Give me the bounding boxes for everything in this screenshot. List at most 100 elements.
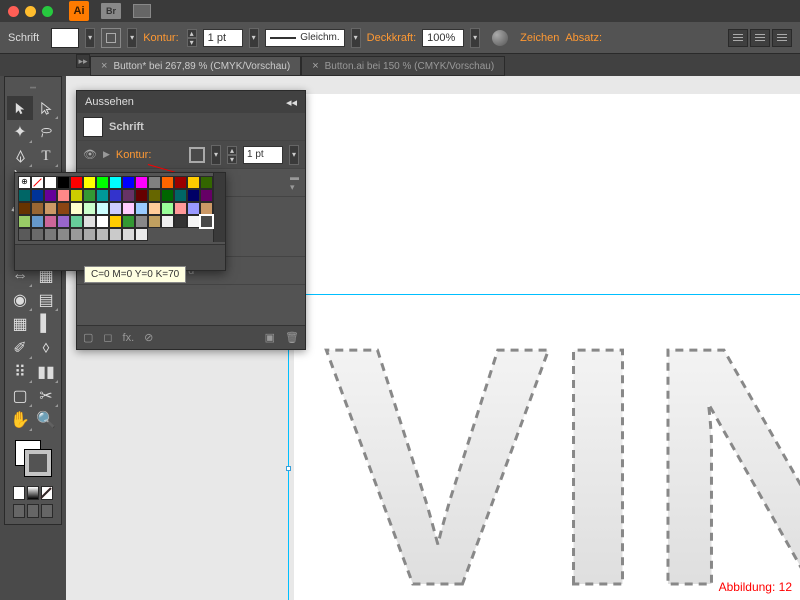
swatch-cell[interactable]	[96, 202, 109, 215]
swatch-cell[interactable]	[96, 176, 109, 189]
swatch-cell[interactable]	[200, 189, 213, 202]
swatch-cell[interactable]	[57, 215, 70, 228]
panel-collapse-icon[interactable]: ◂◂	[286, 96, 297, 109]
tab-inactive[interactable]: × Button.ai bei 150 % (CMYK/Vorschau)	[301, 56, 505, 76]
swatch-cell[interactable]	[18, 189, 31, 202]
swatch-cell[interactable]	[148, 176, 161, 189]
stroke-w-dropdown[interactable]: ▾	[289, 145, 299, 165]
swatch-cell[interactable]	[135, 189, 148, 202]
duplicate-button[interactable]: ▣	[265, 331, 275, 344]
stroke-profile[interactable]: Gleichm.	[265, 29, 345, 47]
recolor-button[interactable]	[492, 30, 508, 46]
blend-tool[interactable]: ⬨	[33, 336, 59, 360]
stroke-swatch[interactable]	[101, 28, 121, 48]
swatch-cell[interactable]	[109, 176, 122, 189]
stroke-w-up[interactable]: ▴	[227, 146, 237, 155]
fill-dropdown[interactable]: ▾	[85, 28, 95, 48]
shape-builder-tool[interactable]: ◉	[7, 288, 33, 312]
swatch-cell[interactable]	[109, 228, 122, 241]
swatch-cell[interactable]	[83, 176, 96, 189]
swatch-cell[interactable]	[122, 176, 135, 189]
swatch-cell[interactable]	[44, 189, 57, 202]
appearance-stroke-row[interactable]: 👁 ▶ Kontur: ▾ ▴ ▾ ▾	[77, 141, 305, 169]
stroke-swatch-dropdown[interactable]: ▾	[211, 145, 221, 165]
fill-swatch[interactable]	[51, 28, 79, 48]
dock-collapse-button[interactable]: ▸▸	[76, 54, 90, 68]
stroke-link[interactable]: Kontur:	[143, 32, 178, 44]
anchor-point[interactable]	[286, 466, 291, 471]
color-mode-none[interactable]	[41, 486, 53, 500]
swatch-cell[interactable]	[70, 189, 83, 202]
stroke-swatch-button[interactable]	[189, 147, 205, 163]
none-swatch[interactable]	[31, 176, 44, 189]
swatch-cell[interactable]	[122, 189, 135, 202]
slice-tool[interactable]: ✂	[33, 384, 59, 408]
swatch-cell[interactable]	[31, 228, 44, 241]
stroke-dropdown[interactable]: ▾	[127, 28, 137, 48]
artboard-tool[interactable]: ▢	[7, 384, 33, 408]
canvas[interactable]: VIN	[294, 94, 800, 600]
tab-close-icon[interactable]: ×	[101, 60, 107, 72]
tab-close-icon[interactable]: ×	[312, 60, 318, 72]
swatch-cell[interactable]	[148, 202, 161, 215]
close-icon[interactable]	[8, 6, 19, 17]
swatch-cell[interactable]	[70, 228, 83, 241]
swatch-cell[interactable]	[148, 215, 161, 228]
fill-stroke-control[interactable]	[13, 438, 53, 478]
swatch-cell[interactable]	[70, 176, 83, 189]
swatch-cell[interactable]	[109, 202, 122, 215]
swatch-cell[interactable]	[57, 202, 70, 215]
swatch-cell[interactable]	[148, 189, 161, 202]
symbol-sprayer-tool[interactable]: ⠿	[7, 360, 33, 384]
swatch-cell[interactable]	[96, 215, 109, 228]
swatch-cell[interactable]	[174, 215, 187, 228]
swatch-scrollbar[interactable]	[213, 173, 225, 242]
swatch-cell[interactable]	[122, 228, 135, 241]
delete-button[interactable]: 🗑	[285, 331, 299, 344]
paragraph-link[interactable]: Absatz:	[565, 32, 602, 44]
swatch-cell[interactable]	[122, 215, 135, 228]
pen-tool[interactable]	[7, 144, 33, 168]
swatch-cell[interactable]	[161, 189, 174, 202]
swatch-cell[interactable]	[109, 189, 122, 202]
swatch-cell[interactable]	[70, 215, 83, 228]
align-right-button[interactable]	[772, 29, 792, 47]
stroke-w-input[interactable]	[243, 146, 283, 164]
opacity-dropdown[interactable]: ▾	[470, 28, 480, 48]
stroke-box[interactable]	[25, 450, 51, 476]
row-menu-icon[interactable]: ▬▾	[290, 172, 299, 193]
swatch-cell[interactable]	[161, 202, 174, 215]
arrange-docs-button[interactable]	[133, 4, 151, 18]
tab-active[interactable]: × Button* bei 267,89 % (CMYK/Vorschau)	[90, 56, 301, 76]
draw-normal[interactable]	[13, 504, 25, 518]
swatch-cell[interactable]	[57, 228, 70, 241]
stroke-weight-dropdown[interactable]: ▾	[249, 28, 259, 48]
swatch-cell[interactable]	[57, 176, 70, 189]
stroke-up[interactable]: ▴	[187, 29, 197, 38]
draw-behind[interactable]	[27, 504, 39, 518]
direct-selection-tool[interactable]	[33, 96, 59, 120]
swatch-cell[interactable]	[174, 202, 187, 215]
panel-header[interactable]: Aussehen ◂◂	[77, 91, 305, 113]
swatch-cell[interactable]	[44, 176, 57, 189]
swatch-cell[interactable]	[83, 228, 96, 241]
bridge-button[interactable]: Br	[101, 3, 121, 19]
swatch-cell[interactable]	[174, 189, 187, 202]
registration-swatch[interactable]: ⊕	[18, 176, 31, 189]
color-mode-solid[interactable]	[13, 486, 25, 500]
swatch-cell[interactable]	[83, 202, 96, 215]
swatch-cell[interactable]	[31, 189, 44, 202]
clear-button[interactable]: ⊘	[144, 331, 153, 344]
color-mode-gradient[interactable]	[27, 486, 39, 500]
swatch-cell[interactable]	[161, 176, 174, 189]
mesh-tool[interactable]: ▦	[7, 312, 33, 336]
new-stroke-button[interactable]: ◻	[103, 331, 112, 344]
align-left-button[interactable]	[728, 29, 748, 47]
swatch-cell[interactable]	[187, 176, 200, 189]
hand-tool[interactable]: ✋	[7, 408, 33, 432]
swatch-cell[interactable]	[18, 202, 31, 215]
swatch-cell[interactable]	[44, 215, 57, 228]
swatch-cell[interactable]	[174, 176, 187, 189]
swatch-cell[interactable]	[57, 189, 70, 202]
align-center-button[interactable]	[750, 29, 770, 47]
